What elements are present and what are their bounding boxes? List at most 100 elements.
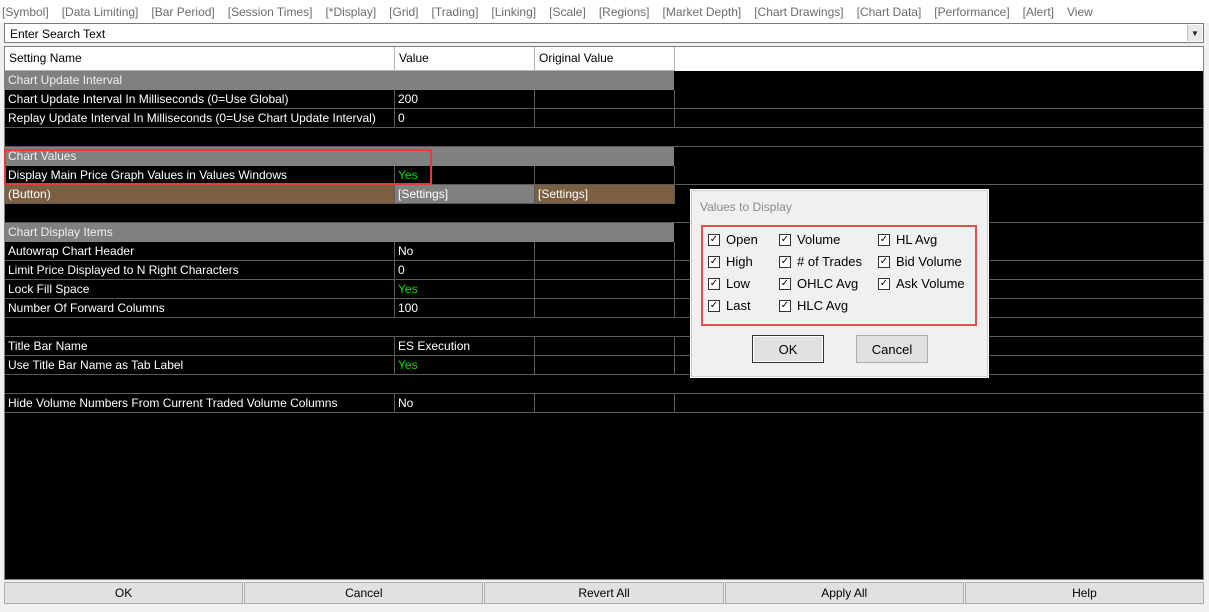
apply-all-button[interactable]: Apply All [724, 582, 964, 604]
tab-symbol[interactable]: [Symbol] [2, 5, 49, 19]
checkbox-label: # of Trades [797, 254, 863, 269]
setting-value[interactable]: Yes [395, 356, 535, 375]
setting-value[interactable]: No [395, 242, 535, 261]
revert-all-button[interactable]: Revert All [484, 582, 724, 604]
checkbox-checked-icon: ✓ [779, 277, 791, 290]
tab-display[interactable]: [*Display] [325, 5, 376, 19]
tab-chart-data[interactable]: [Chart Data] [857, 5, 922, 19]
checkbox-ohlc-avg[interactable]: ✓ OHLC Avg [779, 276, 858, 291]
header-original-value[interactable]: Original Value [535, 47, 675, 71]
setting-value[interactable]: No [395, 394, 535, 413]
setting-name: (Button) [5, 185, 395, 204]
setting-original-value [535, 109, 675, 128]
section-chart-update-interval: Chart Update Interval [5, 71, 674, 90]
spacer-row [5, 318, 1203, 337]
header-setting-name[interactable]: Setting Name [5, 47, 395, 71]
table-row [5, 318, 1203, 337]
setting-name: Autowrap Chart Header [5, 242, 395, 261]
cancel-button[interactable]: Cancel [244, 582, 484, 604]
checkbox-low[interactable]: ✓ Low [708, 276, 750, 291]
search-input-text: Enter Search Text [10, 27, 106, 41]
setting-value[interactable]: 0 [395, 261, 535, 280]
table-row[interactable]: Number Of Forward Columns 100 [5, 299, 1203, 318]
header-value[interactable]: Value [395, 47, 535, 71]
setting-value[interactable]: Yes [395, 280, 535, 299]
grid-header: Setting Name Value Original Value [5, 47, 1203, 71]
dialog-title: Values to Display [700, 200, 792, 214]
table-row[interactable]: Replay Update Interval In Milliseconds (… [5, 109, 1203, 128]
spacer-row [5, 128, 1203, 147]
row-filler [675, 166, 1203, 185]
checkbox-checked-icon: ✓ [708, 299, 720, 312]
tab-session-times[interactable]: [Session Times] [228, 5, 313, 19]
table-row[interactable]: Autowrap Chart Header No [5, 242, 1203, 261]
checkbox-checked-icon: ✓ [878, 255, 890, 268]
checkbox-checked-icon: ✓ [878, 277, 890, 290]
setting-original-value [535, 90, 675, 109]
setting-value[interactable]: ES Execution [395, 337, 535, 356]
setting-value[interactable]: Yes [395, 166, 535, 185]
table-row [5, 204, 1203, 223]
checkbox-checked-icon: ✓ [708, 277, 720, 290]
chevron-down-icon[interactable]: ▼ [1187, 25, 1202, 41]
checkbox-bid-volume[interactable]: ✓ Bid Volume [878, 254, 962, 269]
dialog-ok-button[interactable]: OK [752, 335, 824, 363]
checkbox-high[interactable]: ✓ High [708, 254, 753, 269]
checkbox-label: Open [726, 232, 758, 247]
setting-name: Use Title Bar Name as Tab Label [5, 356, 395, 375]
checkbox-open[interactable]: ✓ Open [708, 232, 758, 247]
spacer-row [5, 204, 1203, 223]
tab-view[interactable]: View [1067, 5, 1093, 19]
dialog-cancel-button[interactable]: Cancel [856, 335, 928, 363]
settings-button[interactable]: [Settings] [395, 185, 535, 204]
setting-name: Chart Update Interval In Milliseconds (0… [5, 90, 395, 109]
checkbox-checked-icon: ✓ [779, 255, 791, 268]
setting-original-value [535, 394, 675, 413]
tab-market-depth[interactable]: [Market Depth] [663, 5, 742, 19]
setting-original-value [535, 166, 675, 185]
setting-value[interactable]: 200 [395, 90, 535, 109]
tab-trading[interactable]: [Trading] [432, 5, 479, 19]
checkbox-hlc-avg[interactable]: ✓ HLC Avg [779, 298, 848, 313]
help-button[interactable]: Help [964, 582, 1205, 604]
checkbox-number-of-trades[interactable]: ✓ # of Trades [779, 254, 862, 269]
checkbox-hl-avg[interactable]: ✓ HL Avg [878, 232, 937, 247]
checkbox-label: Bid Volume [896, 254, 962, 269]
checkbox-label: High [726, 254, 753, 269]
checkbox-checked-icon: ✓ [878, 233, 890, 246]
tab-regions[interactable]: [Regions] [599, 5, 650, 19]
setting-name: Title Bar Name [5, 337, 395, 356]
setting-value[interactable]: 0 [395, 109, 535, 128]
setting-value[interactable]: 100 [395, 299, 535, 318]
tab-bar-period[interactable]: [Bar Period] [151, 5, 214, 19]
setting-original-value [535, 280, 675, 299]
checkbox-label: Low [726, 276, 750, 291]
table-row[interactable]: Use Title Bar Name as Tab Label Yes [5, 356, 1203, 375]
table-row[interactable]: Limit Price Displayed to N Right Charact… [5, 261, 1203, 280]
table-row[interactable]: Chart Update Interval In Milliseconds (0… [5, 90, 1203, 109]
checkbox-checked-icon: ✓ [708, 233, 720, 246]
tab-chart-drawings[interactable]: [Chart Drawings] [754, 5, 843, 19]
tab-scale[interactable]: [Scale] [549, 5, 586, 19]
section-row: Chart Update Interval [5, 71, 1203, 90]
table-row[interactable]: Display Main Price Graph Values in Value… [5, 166, 1203, 185]
tab-alert[interactable]: [Alert] [1023, 5, 1054, 19]
checkbox-group-highlight: ✓ Open ✓ High ✓ Low ✓ Last ✓ Volume ✓ # of Tra… [701, 225, 977, 326]
setting-original-value [535, 242, 675, 261]
table-row[interactable]: (Button) [Settings] [Settings] [5, 185, 1203, 204]
search-input[interactable]: Enter Search Text ▼ [4, 23, 1204, 43]
checkbox-volume[interactable]: ✓ Volume [779, 232, 840, 247]
tab-grid[interactable]: [Grid] [389, 5, 418, 19]
checkbox-label: Last [726, 298, 751, 313]
setting-original-value [535, 299, 675, 318]
section-chart-values: Chart Values [5, 147, 674, 166]
table-row[interactable]: Title Bar Name ES Execution [5, 337, 1203, 356]
tab-performance[interactable]: [Performance] [934, 5, 1009, 19]
ok-button[interactable]: OK [4, 582, 244, 604]
table-row[interactable]: Lock Fill Space Yes [5, 280, 1203, 299]
tab-linking[interactable]: [Linking] [491, 5, 536, 19]
checkbox-last[interactable]: ✓ Last [708, 298, 751, 313]
tab-data-limiting[interactable]: [Data Limiting] [62, 5, 139, 19]
table-row[interactable]: Hide Volume Numbers From Current Traded … [5, 394, 1203, 413]
checkbox-ask-volume[interactable]: ✓ Ask Volume [878, 276, 965, 291]
